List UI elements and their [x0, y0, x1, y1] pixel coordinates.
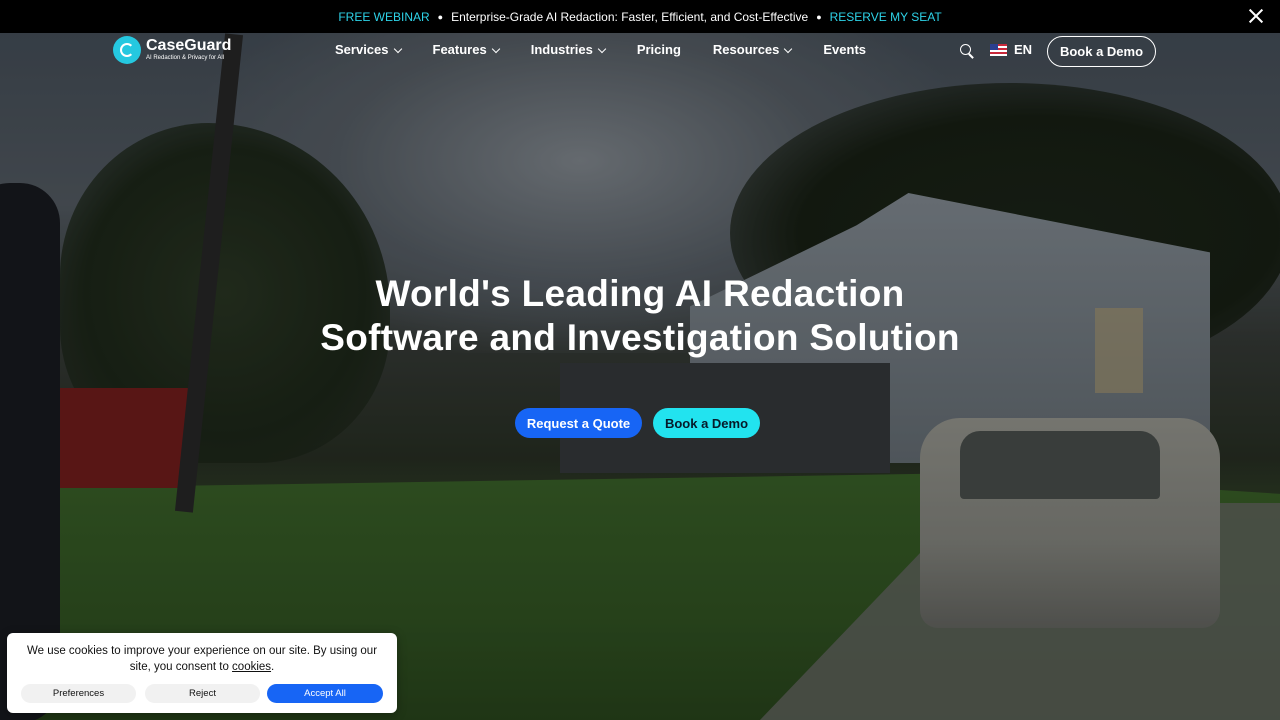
- nav-resources[interactable]: Resources: [712, 42, 793, 57]
- nav-label: Resources: [712, 42, 780, 57]
- cookie-accept-button[interactable]: Accept All: [267, 684, 383, 703]
- nav-features[interactable]: Features: [432, 42, 500, 57]
- language-selector[interactable]: EN: [990, 42, 1032, 57]
- brand-name: CaseGuard: [146, 37, 232, 54]
- nav-label: Pricing: [636, 42, 681, 57]
- nav-services[interactable]: Services: [335, 42, 402, 57]
- nav-label: Events: [823, 42, 867, 57]
- cookie-banner: We use cookies to improve your experienc…: [7, 633, 397, 713]
- logo[interactable]: CaseGuard AI Redaction & Privacy for All: [113, 36, 231, 64]
- logo-text: CaseGuard AI Redaction & Privacy for All: [146, 38, 231, 62]
- separator-dot: ●: [437, 11, 444, 22]
- hero-book-demo-button[interactable]: Book a Demo: [653, 408, 760, 438]
- reserve-seat-link[interactable]: RESERVE MY SEAT: [830, 10, 942, 24]
- cookie-text: We use cookies to improve your experienc…: [26, 645, 378, 673]
- language-label: EN: [1014, 42, 1033, 57]
- cookie-preferences-button[interactable]: Preferences: [21, 684, 136, 703]
- hero-title: World's Leading AI Redaction Software an…: [0, 272, 1280, 360]
- cookie-message: We use cookies to improve your experienc…: [7, 643, 397, 675]
- announcement-bar: FREE WEBINAR ● Enterprise-Grade AI Redac…: [0, 0, 1280, 33]
- nav-label: Features: [432, 42, 487, 57]
- nav-events[interactable]: Events: [823, 42, 866, 57]
- cookie-text-end: .: [271, 661, 275, 673]
- chevron-down-icon: [393, 44, 402, 53]
- cookie-reject-button[interactable]: Reject: [145, 684, 260, 703]
- announcement-message: Enterprise-Grade AI Redaction: Faster, E…: [451, 9, 809, 24]
- request-quote-button[interactable]: Request a Quote: [515, 408, 642, 438]
- cookies-link[interactable]: cookies: [232, 661, 271, 673]
- separator-dot: ●: [816, 11, 822, 22]
- nav-menu: Services Features Industries Pricing Res…: [335, 42, 866, 57]
- webinar-label: FREE WEBINAR: [338, 9, 430, 24]
- chevron-down-icon: [784, 44, 793, 53]
- logo-icon: [113, 36, 141, 64]
- chevron-down-icon: [597, 44, 607, 53]
- us-flag-icon: [990, 43, 1007, 56]
- overlay: [0, 33, 1280, 720]
- nav-label: Services: [335, 42, 389, 57]
- nav-label: Industries: [530, 42, 593, 57]
- search-icon[interactable]: [960, 44, 974, 58]
- hero-background: [0, 33, 1280, 720]
- brand-tagline: AI Redaction & Privacy for All: [146, 55, 225, 61]
- nav-book-demo-button[interactable]: Book a Demo: [1047, 36, 1156, 67]
- hero-title-line2: Software and Investigation Solution: [320, 317, 960, 358]
- chevron-down-icon: [491, 44, 500, 53]
- nav-industries[interactable]: Industries: [530, 42, 607, 57]
- main-nav: CaseGuard AI Redaction & Privacy for All…: [0, 33, 1280, 67]
- nav-pricing[interactable]: Pricing: [637, 42, 681, 57]
- close-icon[interactable]: [1248, 8, 1264, 24]
- hero-title-line1: World's Leading AI Redaction: [375, 273, 905, 314]
